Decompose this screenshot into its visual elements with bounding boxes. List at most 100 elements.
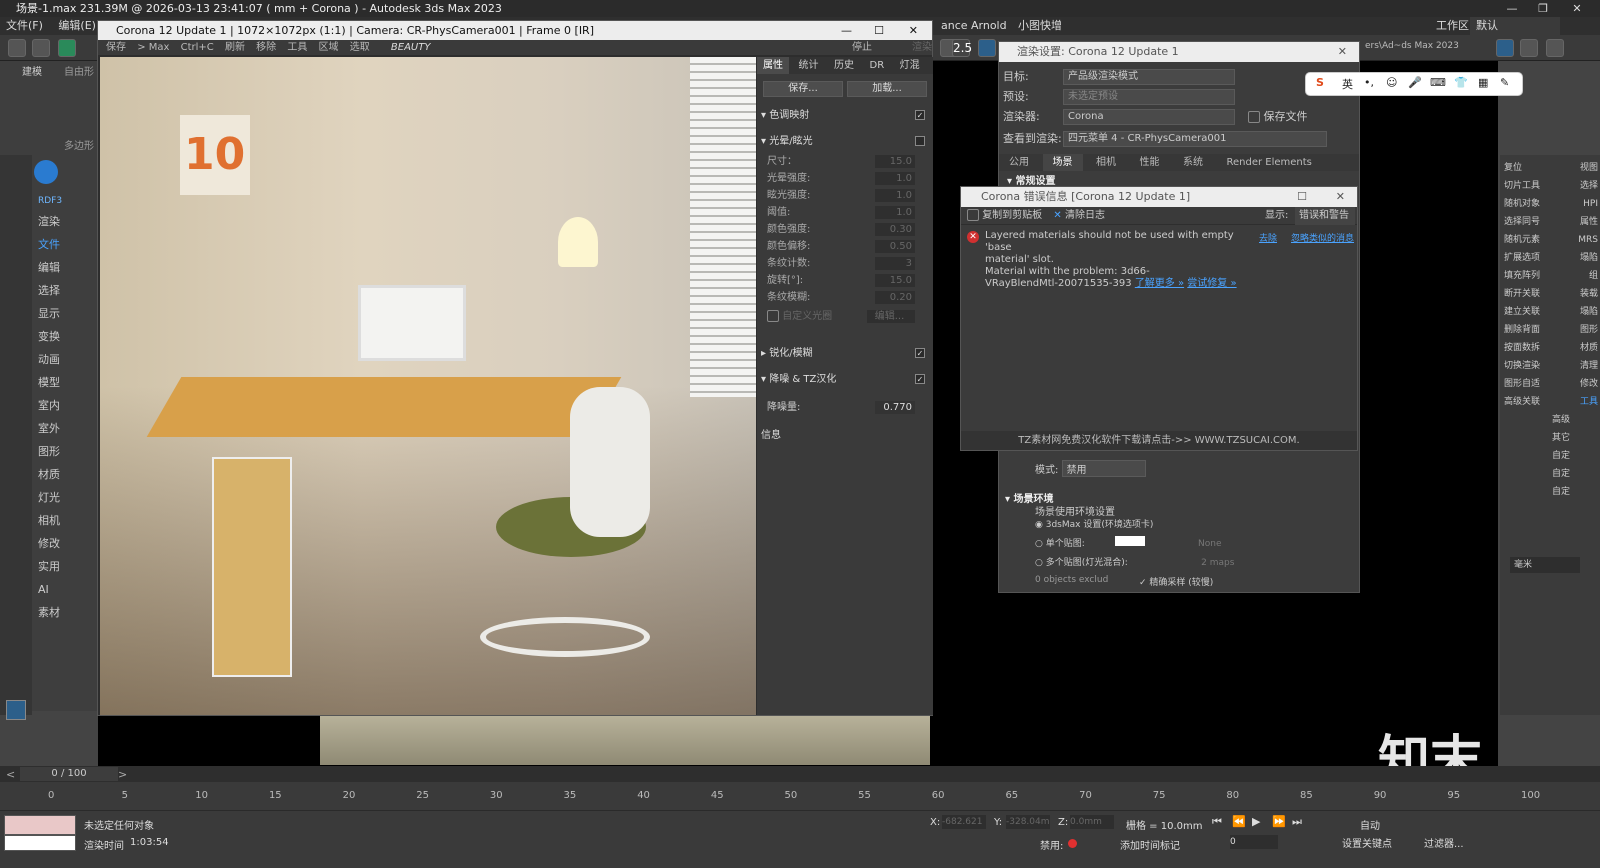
el-display-select[interactable]: 错误和警告	[1295, 207, 1355, 225]
tone-mapping-checkbox[interactable]: ✓	[915, 110, 925, 120]
ime-skin-icon[interactable]: 👕	[1454, 76, 1468, 89]
teapot-icon[interactable]	[1546, 39, 1564, 57]
bloom-glare-checkbox[interactable]	[915, 136, 925, 146]
nav-shape[interactable]: 图形	[32, 440, 98, 463]
rs-env-color-swatch[interactable]	[1114, 536, 1145, 546]
bloom-intensity-input[interactable]: 1.0	[875, 172, 915, 185]
rf-region-button[interactable]: 区域	[319, 40, 339, 55]
rs-env-multi-map-button[interactable]: 2 maps	[1148, 558, 1288, 568]
rf-save-button[interactable]: 保存	[106, 40, 126, 55]
rotation-input[interactable]: 15.0	[875, 274, 915, 287]
ime-punct-icon[interactable]: •,	[1364, 76, 1374, 89]
goto-start-icon[interactable]: ⏮	[1212, 815, 1222, 829]
custom-aperture-edit-button[interactable]: 编辑...	[867, 310, 915, 323]
rs-env-single-map-button[interactable]: None	[1145, 539, 1275, 549]
coord-x-input[interactable]: -682.621	[942, 815, 986, 829]
rp-item-custom-2[interactable]: 自定	[1552, 466, 1600, 482]
maximize-icon[interactable]: ❐	[1528, 0, 1558, 17]
minimize-icon[interactable]: —	[1497, 0, 1527, 17]
rs-save-file-option[interactable]: 保存文件	[1248, 107, 1308, 127]
nav-select[interactable]: 选择	[32, 279, 98, 302]
rp-item-shape-adapt[interactable]: 图形自适 修改	[1504, 376, 1598, 392]
el-close-icon[interactable]: ✕	[1336, 187, 1345, 207]
rp-item-other[interactable]: 其它	[1552, 430, 1600, 446]
rf-maximize-icon[interactable]: ☐	[874, 21, 884, 40]
rs-target-select[interactable]: 产品级渲染模式	[1063, 69, 1235, 85]
rf-copy-button[interactable]: Ctrl+C	[181, 40, 214, 55]
rf-minimize-icon[interactable]: —	[841, 21, 852, 40]
angle-snap-icon[interactable]	[978, 39, 996, 57]
rp-item-split-faces[interactable]: 按面数拆 材质	[1504, 340, 1598, 356]
close-icon[interactable]: ✕	[1562, 0, 1592, 17]
rp-unit-select[interactable]: 毫米	[1510, 557, 1580, 573]
snap-25-icon[interactable]: 2.5	[952, 39, 972, 57]
nav-utility[interactable]: 实用	[32, 555, 98, 578]
section-sharpen-blur[interactable]: ▸ 锐化/模糊 ✓	[761, 345, 929, 362]
rf-pick-button[interactable]: 选取	[350, 40, 370, 55]
rs-tab-render-elements[interactable]: Render Elements	[1217, 154, 1322, 171]
error-learn-more-link[interactable]: 了解更多 »	[1135, 278, 1184, 289]
error-log-footer[interactable]: TZ素材网免费汉化软件下载请点击->> WWW.TZSUCAI.COM.	[961, 431, 1357, 450]
rp-item-build-link[interactable]: 建立关联 塌陷	[1504, 304, 1598, 320]
rs-save-file-checkbox[interactable]	[1248, 111, 1260, 123]
rs-env-option-single[interactable]: ○ 单个贴图: None	[1035, 536, 1275, 549]
nav-exterior[interactable]: 室外	[32, 417, 98, 440]
track-bar[interactable]: 0 5 10 15 20 25 30 35 40 45 50 55 60 65 70 75 80 85 90 95 10…	[0, 782, 1600, 810]
link-icon[interactable]	[32, 39, 50, 57]
rs-tab-performance[interactable]: 性能	[1130, 154, 1170, 171]
rf-to-max-button[interactable]: > Max	[137, 40, 169, 55]
render-setup-icon[interactable]	[1496, 39, 1514, 57]
time-prev-icon[interactable]: <	[6, 768, 15, 781]
rf-close-icon[interactable]: ✕	[909, 21, 918, 40]
maxscript-input[interactable]	[4, 835, 76, 851]
rf-tools-button[interactable]: 工具	[287, 40, 307, 55]
rf-render-button[interactable]: 渲染	[912, 40, 932, 55]
nav-display[interactable]: 显示	[32, 302, 98, 325]
rf-tab-stats[interactable]: 统计	[793, 57, 825, 74]
glare-intensity-input[interactable]: 1.0	[875, 189, 915, 202]
rf-tab-dr[interactable]: DR	[864, 57, 891, 74]
rs-preset-select[interactable]: 未选定预设	[1063, 89, 1235, 105]
add-time-tag[interactable]: 添加时间标记	[1120, 837, 1180, 852]
denoise-amount-input[interactable]: 0.770	[875, 401, 915, 414]
ribbon-tab-freeform[interactable]: 自由形	[64, 63, 94, 78]
rf-load-settings-button[interactable]: 加载...	[847, 81, 927, 97]
nav-modify[interactable]: 修改	[32, 532, 98, 555]
ribbon-tab-modeling[interactable]: 建模	[22, 63, 42, 78]
menu-file[interactable]: 文件(F)	[0, 17, 49, 35]
threshold-input[interactable]: 1.0	[875, 206, 915, 219]
ime-lang-toggle[interactable]: 英	[1342, 76, 1353, 92]
set-key-button[interactable]: 设置关键点	[1342, 835, 1392, 850]
rf-refresh-button[interactable]: 刷新	[225, 40, 245, 55]
rs-renderer-select[interactable]: Corona	[1063, 109, 1235, 125]
ime-grid-icon[interactable]: ▦	[1478, 76, 1488, 89]
rf-stop-button[interactable]: 停止	[852, 40, 872, 55]
rs-tab-common[interactable]: 公用	[999, 154, 1039, 171]
error-ignore-link[interactable]: 忽略类似的消息	[1291, 231, 1354, 244]
section-info[interactable]: 信息	[761, 427, 929, 444]
rp-item-reset[interactable]: 复位 视图	[1504, 160, 1598, 176]
time-slider[interactable]: < 0 / 100 >	[0, 766, 1600, 782]
custom-aperture-checkbox[interactable]	[767, 310, 779, 322]
el-clear-button[interactable]: ✕ 清除日志	[1053, 210, 1105, 221]
rs-close-icon[interactable]: ✕	[1338, 42, 1347, 62]
rs-tab-system[interactable]: 系统	[1173, 154, 1213, 171]
rf-save-settings-button[interactable]: 保存...	[763, 81, 843, 97]
rs-objects-exclude[interactable]: 0 objects exclud	[1035, 575, 1108, 585]
color-intensity-input[interactable]: 0.30	[875, 223, 915, 236]
rs-env-option-multi[interactable]: ○ 多个贴图(灯光混合): 2 maps	[1035, 555, 1288, 568]
section-bloom-glare[interactable]: ▾ 光晕/眩光	[761, 133, 929, 150]
rf-tab-properties[interactable]: 属性	[757, 57, 789, 74]
rf-remove-button[interactable]: 移除	[256, 40, 276, 55]
rp-item-advanced[interactable]: 高级	[1552, 412, 1600, 428]
nav-ai[interactable]: AI	[32, 578, 98, 601]
menu-edit[interactable]: 编辑(E)	[52, 17, 102, 35]
nav-transform[interactable]: 变换	[32, 325, 98, 348]
rs-general-settings-header[interactable]: ▾ 常规设置	[1007, 172, 1056, 187]
auto-key-button[interactable]: 自动	[1360, 817, 1380, 832]
coord-z-input[interactable]: 0.0mm	[1070, 815, 1114, 829]
menu-small-tools[interactable]: 小图快增	[1012, 17, 1068, 35]
nav-interior[interactable]: 室内	[32, 394, 98, 417]
time-next-icon[interactable]: >	[118, 768, 127, 781]
key-filter-button[interactable]: 过滤器...	[1424, 835, 1464, 850]
